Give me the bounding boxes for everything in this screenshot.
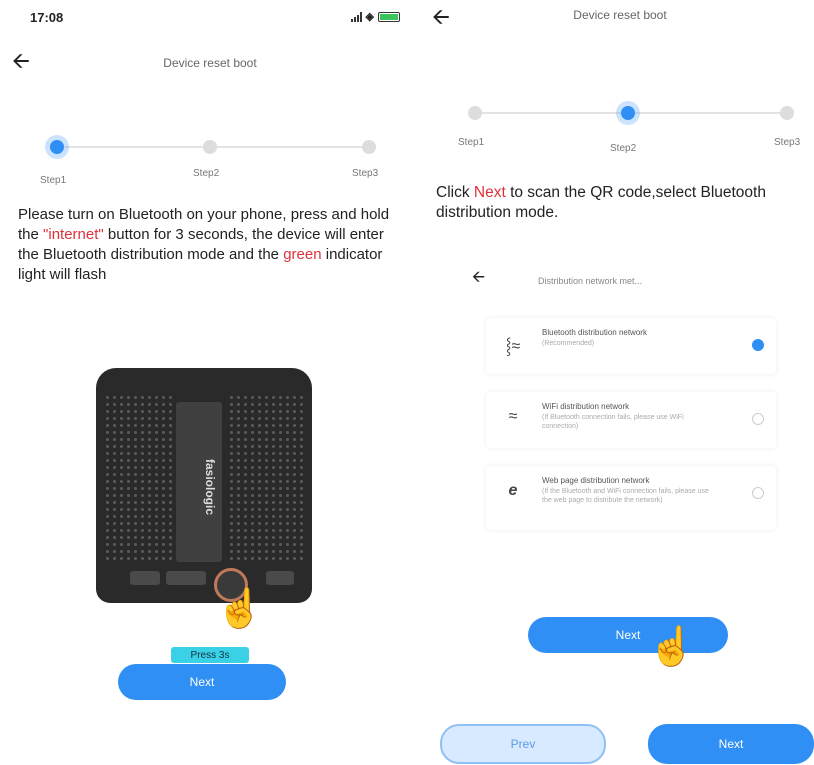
bluetooth-radio: [752, 339, 764, 351]
next-highlight: Next: [473, 184, 506, 201]
press-3s-label: Press 3s: [171, 647, 249, 663]
internet-highlight: "internet": [43, 226, 104, 243]
step2-label: Step2: [193, 168, 220, 179]
signal-icon: [350, 11, 362, 22]
speaker-center-strip: fasiologic: [176, 402, 222, 562]
next-button[interactable]: Next: [118, 664, 286, 700]
step1-label: Step1: [458, 137, 485, 148]
speaker-grill: [228, 394, 304, 564]
step3-dot: [362, 140, 376, 154]
instruction-text: Please turn on Bluetooth on your phone, …: [18, 205, 406, 285]
prev-button[interactable]: Prev: [440, 724, 606, 764]
step3-dot: [780, 106, 794, 120]
step2-dot: [203, 140, 217, 154]
step3-label: Step3: [774, 137, 801, 148]
instruction-text: Click Next to scan the QR code,select Bl…: [436, 183, 812, 223]
option-subtitle: (Recommended): [542, 340, 595, 347]
sub-screen-title: Distribution network met...: [538, 276, 643, 286]
device-button: [266, 571, 294, 585]
status-bar: 17:08 ◈: [30, 10, 400, 28]
bluetooth-option: ⸾≈ Bluetooth distribution network (Recom…: [486, 318, 776, 374]
wifi-radio: [752, 413, 764, 425]
status-time: 17:08: [30, 10, 64, 25]
pointing-hand-icon: ☝: [648, 626, 696, 668]
option-title: Web page distribution network: [542, 476, 650, 485]
back-arrow-icon[interactable]: 🡨: [12, 50, 30, 72]
step1-dot: [50, 140, 64, 154]
instruction-part: Click: [436, 184, 474, 201]
device-brand: fasiologic: [203, 458, 217, 515]
sub-back-arrow-icon: 🡨: [472, 269, 485, 286]
step1-label: Step1: [40, 175, 67, 186]
page-title: Device reset boot: [163, 56, 257, 70]
wifi-status-icon: ◈: [365, 11, 374, 23]
step2-label: Step2: [610, 143, 637, 154]
option-title: Bluetooth distribution network: [542, 328, 647, 337]
device-button: [166, 571, 206, 585]
step2-screen: 🡨 Device reset boot Step1 Step2 Step3 Cl…: [420, 0, 814, 765]
pointing-hand-icon: ☝: [216, 588, 264, 630]
step2-dot: [621, 106, 635, 120]
option-subtitle: (If Bluetooth connection fails, please u…: [542, 414, 684, 430]
wifi-option: ≈ WiFi distribution network (If Bluetoot…: [486, 392, 776, 448]
option-title: WiFi distribution network: [542, 402, 630, 411]
webpage-radio: [752, 487, 764, 499]
back-arrow-icon[interactable]: 🡨: [432, 6, 450, 28]
device-button: [130, 571, 160, 585]
webpage-option: e Web page distribution network (If the …: [486, 466, 776, 530]
step3-label: Step3: [352, 168, 379, 179]
step1-dot: [468, 106, 482, 120]
speaker-device-image: fasiologic: [96, 368, 312, 603]
step1-screen: 17:08 ◈ 🡨 Device reset boot Step1 Step2 …: [0, 0, 410, 765]
battery-icon: [378, 11, 400, 22]
status-icons: ◈: [350, 10, 400, 23]
bluetooth-icon: ⸾≈: [505, 338, 521, 355]
speaker-grill: [104, 394, 172, 564]
page-title: Device reset boot: [573, 8, 667, 22]
green-highlight: green: [283, 246, 322, 263]
sub-next-button: Next: [528, 617, 728, 653]
browser-icon: e: [508, 482, 518, 499]
option-subtitle: (If the Bluetooth and WiFi connection fa…: [542, 488, 709, 504]
wifi-icon: ≈: [508, 408, 518, 425]
next-button[interactable]: Next: [648, 724, 814, 764]
